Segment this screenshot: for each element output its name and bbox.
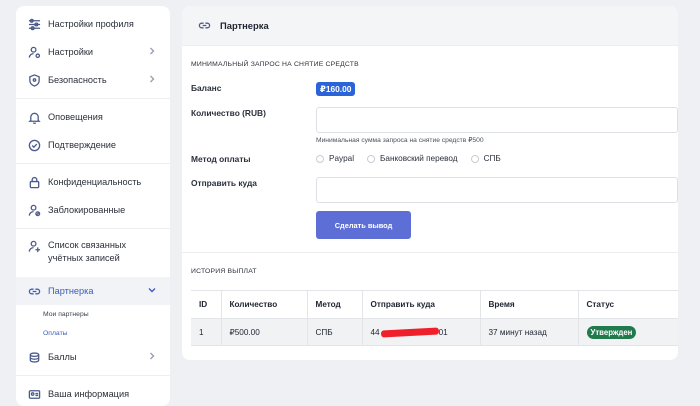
sidebar-item-label: Список связанных учётных записей	[48, 240, 127, 263]
sidebar-item-label: Подтверждение	[48, 140, 117, 150]
check-circle-icon	[27, 138, 41, 152]
radio-circle[interactable]	[367, 154, 376, 163]
amount-hint: Минимальная сумма запроса на снятие сред…	[316, 137, 484, 144]
panel-header: Партнерка	[182, 6, 678, 46]
column-header: Время	[479, 290, 578, 319]
table-row: 1 ₽500.00 СПБ 44 01 37 минут назад Утверж…	[191, 318, 678, 346]
sidebar-item-label: Настройки профиля	[48, 19, 134, 29]
method-radio-sbp[interactable]: СПБ	[470, 154, 501, 163]
sidebar-item-label: Оповещения	[48, 112, 103, 122]
balance-badge: ₽160.00	[316, 82, 356, 96]
radio-circle[interactable]	[470, 154, 479, 163]
user-block-icon	[27, 203, 41, 217]
sidebar-item-label: Безопасность	[48, 75, 107, 85]
payout-history-table: ID Количество Метод Отправить куда Время…	[191, 290, 678, 346]
sidebar-item-profile-settings[interactable]: Настройки профиля	[16, 10, 170, 38]
destination-suffix: 01	[438, 327, 448, 337]
divider	[16, 375, 170, 376]
partner-panel: Партнерка Минимальный запрос на снятие с…	[182, 6, 678, 360]
column-header: ID	[191, 290, 221, 319]
sidebar-item-label: Ваша информация	[48, 389, 130, 399]
sidebar-subitem-payments[interactable]: Оплаты	[16, 324, 170, 343]
column-header: Метод	[306, 290, 362, 319]
radio-label: Paypal	[329, 154, 355, 163]
sidebar-item-points[interactable]: Баллы	[16, 343, 170, 371]
sidebar-item-your-info[interactable]: Ваша информация	[16, 380, 170, 406]
destination-input[interactable]	[316, 177, 678, 203]
payment-method-group: Paypal Банковский перевод СПБ	[316, 154, 514, 163]
column-header: Статус	[577, 290, 678, 319]
sidebar-item-linked-accounts[interactable]: Список связанных учётных записей	[16, 233, 170, 277]
sliders-icon	[27, 17, 41, 31]
cell-method: СПБ	[306, 318, 362, 346]
divider	[182, 252, 678, 253]
chevron-right-icon	[148, 75, 156, 85]
sidebar: Настройки профиля Настройки Безопасность…	[16, 6, 170, 406]
page-title: Партнерка	[220, 20, 269, 31]
cell-time: 37 минут назад	[479, 318, 578, 346]
user-gear-icon	[27, 45, 41, 59]
lock-icon	[27, 175, 41, 189]
link-icon	[198, 22, 211, 29]
radio-label: Банковский перевод	[380, 154, 458, 163]
divider	[16, 163, 170, 164]
bell-icon	[27, 110, 41, 124]
sidebar-item-verification[interactable]: Подтверждение	[16, 131, 170, 159]
radio-circle[interactable]	[316, 154, 324, 163]
method-label: Метод оплаты	[191, 154, 251, 164]
divider	[16, 98, 170, 99]
redaction-mark	[380, 327, 439, 338]
method-radio-bank[interactable]: Банковский перевод	[367, 154, 458, 163]
sidebar-item-security[interactable]: Безопасность	[16, 66, 170, 94]
cell-id: 1	[191, 318, 221, 346]
sidebar-item-label: Настройки	[48, 47, 94, 57]
id-card-icon	[27, 387, 41, 401]
status-badge: Утвержден	[586, 325, 637, 339]
sidebar-item-label: Баллы	[48, 352, 77, 362]
radio-label: СПБ	[483, 154, 501, 163]
sidebar-subitem-my-partners[interactable]: Мои партнеры	[16, 305, 170, 324]
chevron-right-icon	[148, 47, 156, 57]
withdraw-button[interactable]: Сделать вывод	[316, 211, 411, 239]
cell-destination: 44 01	[361, 318, 480, 346]
column-header: Количество	[220, 290, 307, 319]
destination-label: Отправить куда	[191, 178, 257, 188]
sidebar-item-label: Партнерка	[48, 286, 94, 296]
sidebar-item-partner[interactable]: Партнерка	[16, 277, 170, 305]
method-radio-paypal[interactable]: Paypal	[316, 154, 354, 163]
withdraw-section-title: Минимальный запрос на снятие средств	[191, 61, 359, 68]
chevron-down-icon	[148, 286, 156, 296]
chevron-right-icon	[148, 352, 156, 362]
amount-label: Количество (RUB)	[191, 108, 266, 118]
destination-prefix: 44	[370, 327, 380, 337]
link-icon	[27, 284, 41, 298]
sidebar-item-privacy[interactable]: Конфиденциальность	[16, 168, 170, 196]
cell-amount: ₽500.00	[220, 318, 307, 346]
coins-icon	[27, 350, 41, 364]
sidebar-item-label: Заблокированные	[48, 205, 126, 215]
sidebar-item-label: Конфиденциальность	[48, 177, 142, 187]
sidebar-item-settings[interactable]: Настройки	[16, 38, 170, 66]
user-link-icon	[27, 239, 41, 253]
amount-input[interactable]	[316, 107, 678, 133]
column-header: Отправить куда	[361, 290, 480, 319]
divider	[16, 228, 170, 229]
cell-status: Утвержден	[577, 318, 678, 346]
table-header-row: ID Количество Метод Отправить куда Время…	[191, 290, 678, 319]
balance-label: Баланс	[191, 83, 222, 93]
sidebar-item-blocked[interactable]: Заблокированные	[16, 196, 170, 224]
shield-icon	[27, 73, 41, 87]
sidebar-item-notifications[interactable]: Оповещения	[16, 103, 170, 131]
history-title: История выплат	[191, 268, 257, 275]
